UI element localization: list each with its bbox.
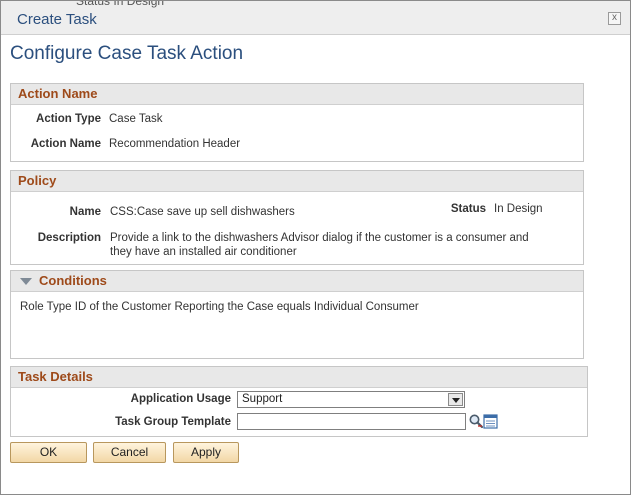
apply-button[interactable]: Apply	[173, 442, 239, 463]
background-status-peek: Status In Design	[76, 0, 165, 8]
application-usage-select[interactable]: Support	[237, 391, 465, 408]
policy-description-line-1: Provide a link to the dishwashers Adviso…	[110, 232, 529, 244]
policy-status-label: Status	[450, 203, 486, 215]
policy-description-line-2: they have an installed air conditioner	[110, 246, 297, 258]
conditions-text: Role Type ID of the Customer Reporting t…	[20, 301, 419, 313]
collapse-triangle-icon[interactable]	[20, 278, 32, 285]
application-usage-label: Application Usage	[130, 393, 231, 405]
cancel-button[interactable]: Cancel	[93, 442, 166, 463]
dialog-titlebar[interactable]: Status In Design Create Task x	[1, 1, 630, 35]
detail-view-icon[interactable]	[483, 414, 499, 430]
policy-section-title: Policy	[18, 173, 57, 188]
dialog-title: Create Task	[17, 11, 97, 28]
action-name-section: Action Name Action Type Case Task Action…	[10, 83, 584, 162]
conditions-section: Conditions Role Type ID of the Customer …	[10, 270, 584, 359]
ok-button[interactable]: OK	[10, 442, 87, 463]
policy-name-value: CSS:Case save up sell dishwashers	[110, 206, 295, 218]
page-title: Configure Case Task Action	[10, 43, 244, 64]
policy-name-label: Name	[69, 206, 101, 218]
task-group-template-input[interactable]	[237, 413, 466, 430]
action-name-section-title: Action Name	[18, 86, 98, 101]
policy-section-header: Policy	[11, 171, 583, 192]
task-details-section-header: Task Details	[11, 367, 587, 388]
policy-description-label: Description	[37, 232, 101, 244]
chevron-down-icon[interactable]	[448, 393, 463, 406]
task-group-template-label: Task Group Template	[115, 416, 231, 428]
action-name-value: Recommendation Header	[109, 138, 241, 150]
conditions-section-title: Conditions	[39, 273, 107, 288]
application-usage-value: Support	[242, 393, 283, 405]
action-name-label: Action Name	[30, 138, 101, 150]
task-details-section-title: Task Details	[18, 369, 93, 384]
action-type-label: Action Type	[36, 113, 101, 125]
close-icon[interactable]: x	[608, 12, 621, 25]
create-task-dialog: Status In Design Create Task x Configure…	[0, 0, 631, 495]
policy-section: Policy Name CSS:Case save up sell dishwa…	[10, 170, 584, 265]
action-name-section-header: Action Name	[11, 84, 583, 105]
conditions-section-header[interactable]: Conditions	[11, 271, 583, 292]
search-icon[interactable]	[468, 413, 484, 429]
action-type-value: Case Task	[109, 113, 163, 125]
policy-status-value: In Design	[494, 203, 543, 215]
